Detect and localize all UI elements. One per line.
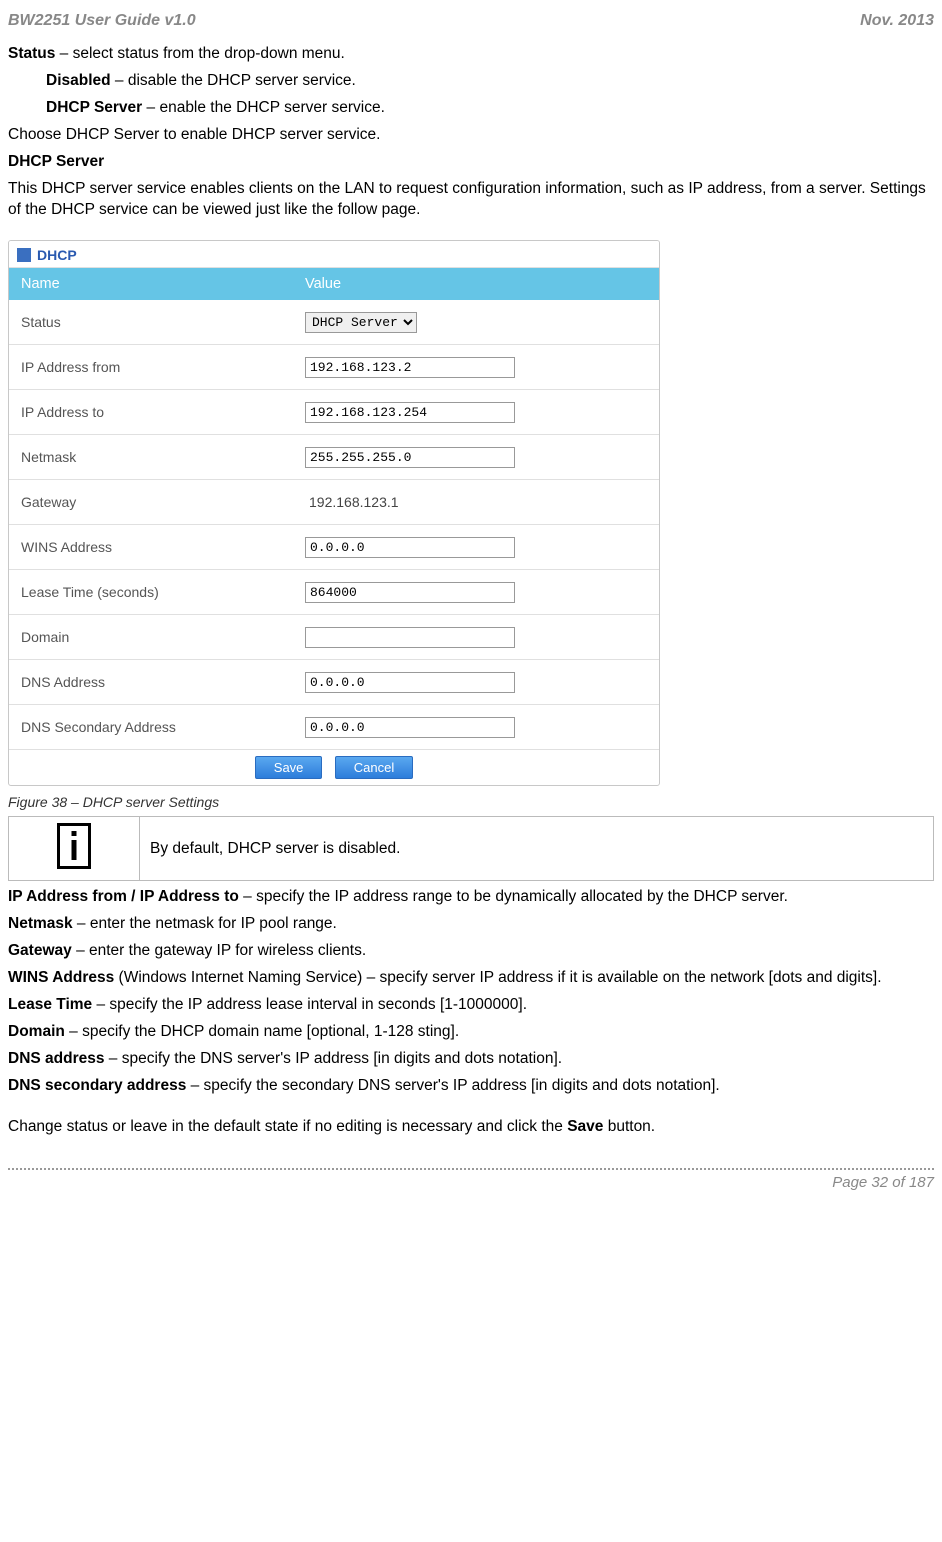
cancel-button[interactable]: Cancel: [335, 756, 413, 779]
text-status: – select status from the drop-down menu.: [55, 45, 344, 62]
para-disabled: Disabled – disable the DHCP server servi…: [8, 71, 934, 92]
def-lease: Lease Time – specify the IP address leas…: [8, 995, 934, 1016]
def-gateway-r: – enter the gateway IP for wireless clie…: [72, 942, 366, 959]
dhcp-header-row: Name Value: [9, 268, 659, 300]
def-lease-b: Lease Time: [8, 996, 92, 1013]
hdr-name: Name: [9, 268, 293, 300]
row-lease: Lease Time (seconds): [9, 570, 659, 615]
para-choose: Choose DHCP Server to enable DHCP server…: [8, 125, 934, 146]
def-ipfrom-b: IP Address from / IP Address to: [8, 888, 239, 905]
def-dns2-b: DNS secondary address: [8, 1077, 186, 1094]
def-dns2: DNS secondary address – specify the seco…: [8, 1076, 934, 1097]
def-domain: Domain – specify the DHCP domain name [o…: [8, 1022, 934, 1043]
para-status: Status – select status from the drop-dow…: [8, 44, 934, 65]
dns-input[interactable]: [305, 672, 515, 693]
def-domain-r: – specify the DHCP domain name [optional…: [65, 1023, 459, 1040]
def-netmask-b: Netmask: [8, 915, 73, 932]
label-ipfrom: IP Address from: [9, 345, 293, 390]
header-left: BW2251 User Guide v1.0: [8, 12, 196, 30]
page-footer: Page 32 of 187: [8, 1168, 934, 1191]
def-netmask-r: – enter the netmask for IP pool range.: [73, 915, 337, 932]
text-dhcpserver-opt: – enable the DHCP server service.: [142, 99, 385, 116]
para-dhcpserver-opt: DHCP Server – enable the DHCP server ser…: [8, 98, 934, 119]
def-wins: WINS Address (Windows Internet Naming Se…: [8, 968, 934, 989]
row-ipfrom: IP Address from: [9, 345, 659, 390]
header-right: Nov. 2013: [860, 12, 934, 30]
para-dhcpserver-head: DHCP Server: [8, 152, 934, 173]
dhcp-title-text: DHCP: [37, 247, 77, 263]
dhcp-table: Name Value Status DHCP Server IP Address…: [9, 268, 659, 785]
def-dns-b: DNS address: [8, 1050, 104, 1067]
label-dns: DNS Address: [9, 660, 293, 705]
bold-disabled: Disabled: [46, 72, 111, 89]
bold-status: Status: [8, 45, 55, 62]
def-gateway-b: Gateway: [8, 942, 72, 959]
label-wins: WINS Address: [9, 525, 293, 570]
label-gateway: Gateway: [9, 480, 293, 525]
def-gateway: Gateway – enter the gateway IP for wirel…: [8, 941, 934, 962]
def-wins-r: (Windows Internet Naming Service) – spec…: [114, 969, 881, 986]
row-netmask: Netmask: [9, 435, 659, 480]
def-save-c: button.: [603, 1118, 655, 1135]
row-dns: DNS Address: [9, 660, 659, 705]
domain-input[interactable]: [305, 627, 515, 648]
lease-input[interactable]: [305, 582, 515, 603]
label-ipto: IP Address to: [9, 390, 293, 435]
row-wins: WINS Address: [9, 525, 659, 570]
row-gateway: Gateway 192.168.123.1: [9, 480, 659, 525]
row-status: Status DHCP Server: [9, 300, 659, 345]
para-desc: This DHCP server service enables clients…: [8, 179, 934, 221]
figure-caption: Figure 38 – DHCP server Settings: [8, 794, 934, 810]
gateway-value: 192.168.123.1: [305, 494, 399, 510]
row-domain: Domain: [9, 615, 659, 660]
note-box: By default, DHCP server is disabled.: [8, 816, 934, 881]
status-select[interactable]: DHCP Server: [305, 312, 417, 333]
def-domain-b: Domain: [8, 1023, 65, 1040]
label-lease: Lease Time (seconds): [9, 570, 293, 615]
label-domain: Domain: [9, 615, 293, 660]
save-button[interactable]: Save: [255, 756, 323, 779]
def-save-a: Change status or leave in the default st…: [8, 1118, 567, 1135]
def-ipfrom-r: – specify the IP address range to be dyn…: [239, 888, 788, 905]
def-wins-b: WINS Address: [8, 969, 114, 986]
def-save: Change status or leave in the default st…: [8, 1117, 934, 1138]
dhcp-panel: DHCP Name Value Status DHCP Server IP Ad…: [8, 240, 660, 786]
def-lease-r: – specify the IP address lease interval …: [92, 996, 527, 1013]
dhcp-square-icon: [17, 248, 31, 262]
text-disabled: – disable the DHCP server service.: [111, 72, 356, 89]
label-dns2: DNS Secondary Address: [9, 705, 293, 750]
hdr-value: Value: [293, 268, 659, 300]
note-text: By default, DHCP server is disabled.: [140, 817, 934, 881]
dns2-input[interactable]: [305, 717, 515, 738]
dhcp-panel-title: DHCP: [9, 241, 659, 268]
row-dns2: DNS Secondary Address: [9, 705, 659, 750]
label-netmask: Netmask: [9, 435, 293, 480]
row-buttons: Save Cancel: [9, 750, 659, 786]
def-dns-r: – specify the DNS server's IP address [i…: [104, 1050, 562, 1067]
ipto-input[interactable]: [305, 402, 515, 423]
netmask-input[interactable]: [305, 447, 515, 468]
def-netmask: Netmask – enter the netmask for IP pool …: [8, 914, 934, 935]
def-dns2-r: – specify the secondary DNS server's IP …: [186, 1077, 719, 1094]
note-icon-cell: [9, 817, 140, 881]
wins-input[interactable]: [305, 537, 515, 558]
bold-dhcpserver-opt: DHCP Server: [46, 99, 142, 116]
def-ipfrom: IP Address from / IP Address to – specif…: [8, 887, 934, 908]
def-dns: DNS address – specify the DNS server's I…: [8, 1049, 934, 1070]
row-ipto: IP Address to: [9, 390, 659, 435]
ipfrom-input[interactable]: [305, 357, 515, 378]
info-icon: [57, 823, 91, 869]
bold-dhcpserver-head: DHCP Server: [8, 153, 104, 170]
label-status: Status: [9, 300, 293, 345]
def-save-b: Save: [567, 1118, 603, 1135]
